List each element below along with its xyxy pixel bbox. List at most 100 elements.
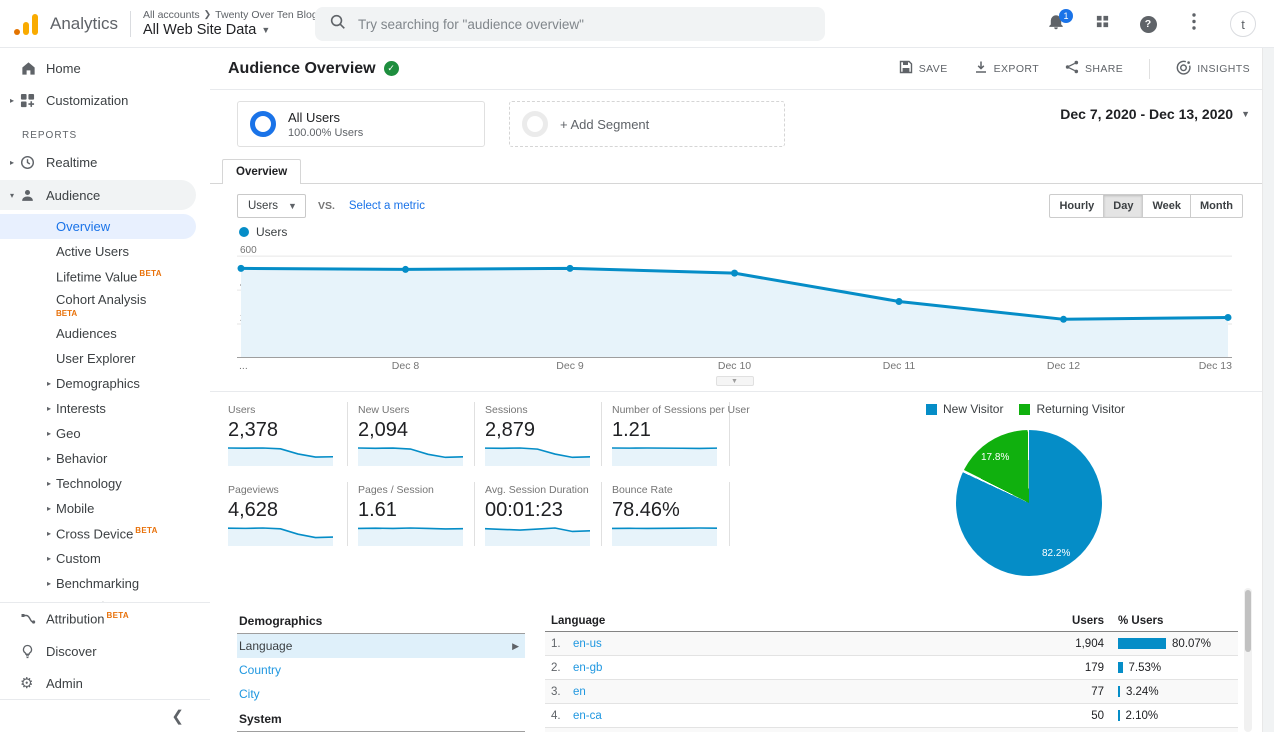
granularity-day[interactable]: Day [1103, 194, 1144, 218]
property-selector[interactable]: All Web Site Data ▼ [143, 22, 318, 39]
sidebar-item-custom[interactable]: ▸ Custom [0, 546, 210, 571]
scorecard-pages-session: Pages / Session 1.61 [348, 482, 475, 546]
sidebar-item-lifetime-value[interactable]: Lifetime Value BETA [0, 264, 210, 289]
analytics-logo-icon [14, 13, 40, 35]
apps-grid-button[interactable] [1092, 14, 1112, 34]
help-button[interactable]: ? [1138, 14, 1158, 34]
sidebar-item-demographics[interactable]: ▸ Demographics [0, 371, 210, 396]
search-bar[interactable] [315, 7, 825, 41]
breadcrumb-account[interactable]: Twenty Over Ten Blog [215, 9, 318, 21]
table-row-en-us: 1. en-us 1,904 80.07% [545, 632, 1238, 656]
sidebar-item-user-explorer[interactable]: User Explorer [0, 346, 210, 371]
notifications-button[interactable]: 1 [1046, 9, 1073, 34]
sidebar-item-label: Technology [56, 476, 122, 491]
column-header-language[interactable]: Language [545, 615, 1012, 627]
table-cell-users: 77 [1091, 685, 1104, 698]
select-metric-link[interactable]: Select a metric [349, 200, 425, 212]
export-button[interactable]: EXPORT [974, 60, 1039, 77]
save-button[interactable]: SAVE [899, 60, 948, 77]
language-link[interactable]: en-ca [573, 710, 602, 722]
customization-icon [20, 93, 38, 108]
sidebar-item-customization[interactable]: ▸ Customization [0, 84, 210, 116]
language-link[interactable]: en-us [573, 638, 602, 650]
column-header-pct-users[interactable]: % Users [1112, 615, 1238, 627]
divider [1149, 58, 1151, 79]
beta-badge: BETA [106, 611, 129, 621]
sidebar-collapse[interactable]: ❮ [0, 699, 210, 732]
sidebar-item-cohort-analysis[interactable]: Cohort Analysis BETA [0, 289, 210, 321]
sidebar-item-mobile[interactable]: ▸ Mobile [0, 496, 210, 521]
chart-legend: Users [210, 222, 1274, 242]
tab-overview[interactable]: Overview [222, 159, 302, 184]
home-icon [20, 60, 38, 77]
scorecard-value: 00:01:23 [485, 499, 563, 521]
dimension-link-country[interactable]: Country [237, 658, 525, 682]
x-axis-labels: ... Dec 8 Dec 9 Dec 10 Dec 11 Dec 12 Dec 13 [237, 358, 1232, 373]
dimension-link-language[interactable]: Language ▶ [237, 634, 525, 658]
more-options-button[interactable] [1184, 13, 1204, 34]
tables-area: Demographics Language ▶ Country City System… [237, 610, 1238, 732]
account-breadcrumb: All accounts ❯ Twenty Over Ten Blog All … [143, 9, 318, 39]
sidebar-item-overview[interactable]: Overview [0, 214, 196, 239]
analytics-logo[interactable]: Analytics [0, 13, 128, 35]
sidebar-item-audience[interactable]: ▾ Audience [0, 180, 196, 210]
pct-value: 2.10% [1125, 709, 1159, 722]
scorecard-sparkline [485, 446, 595, 466]
sidebar-item-discover[interactable]: Discover [0, 635, 210, 667]
scorecard-sparkline [485, 526, 595, 546]
table-scrollbar[interactable] [1244, 588, 1252, 732]
granularity-hourly[interactable]: Hourly [1049, 194, 1105, 218]
sidebar-item-behavior[interactable]: ▸ Behavior [0, 446, 210, 471]
line-chart-canvas: 200400600 [237, 246, 1232, 358]
language-link[interactable]: en-gb [573, 662, 602, 674]
save-label: SAVE [918, 62, 948, 75]
segment-all-users[interactable]: All Users 100.00% Users [237, 101, 485, 147]
dimension-link-city[interactable]: City [237, 682, 525, 706]
granularity-month[interactable]: Month [1190, 194, 1243, 218]
column-header-users[interactable]: Users [1012, 615, 1112, 627]
sidebar-item-home[interactable]: Home [0, 52, 210, 84]
sidebar-item-admin[interactable]: ⚙ Admin [0, 667, 210, 699]
sidebar-item-realtime[interactable]: ▸ Realtime [0, 146, 210, 178]
sidebar-item-audiences[interactable]: Audiences [0, 321, 210, 346]
sidebar-item-attribution[interactable]: Attribution BETA [0, 603, 210, 635]
chevron-right-icon: ▸ [46, 504, 51, 513]
attribution-icon [20, 611, 38, 627]
user-avatar[interactable]: t [1230, 11, 1256, 37]
table-row-en: 3. en 77 3.24% [545, 680, 1238, 704]
insights-button[interactable]: INSIGHTS [1176, 60, 1250, 78]
metric-dropdown[interactable]: Users ▼ [237, 194, 306, 218]
svg-text:600: 600 [240, 246, 257, 256]
granularity-week[interactable]: Week [1142, 194, 1192, 218]
report-actions: SAVE EXPORT SHARE INSIGHTS [899, 58, 1250, 79]
sidebar-item-label: User Explorer [56, 351, 136, 366]
legend-item-returning-visitor: Returning Visitor [1019, 402, 1125, 416]
date-range-picker[interactable]: Dec 7, 2020 - Dec 13, 2020 ▼ [1060, 106, 1250, 122]
scorecard-value: 78.46% [612, 499, 680, 521]
add-segment-button[interactable]: + Add Segment [509, 101, 785, 147]
sidebar-item-benchmarking[interactable]: ▸ Benchmarking [0, 571, 210, 596]
sidebar-item-technology[interactable]: ▸ Technology [0, 471, 210, 496]
sidebar-item-interests[interactable]: ▸ Interests [0, 396, 210, 421]
share-button[interactable]: SHARE [1065, 60, 1123, 77]
scorecard-sessions: Sessions 2,879 [475, 402, 602, 466]
legend-label: Returning Visitor [1036, 402, 1125, 416]
pct-bar [1118, 662, 1123, 673]
row-rank: 1. [551, 637, 561, 650]
scorecard-label: Bounce Rate [612, 484, 673, 496]
sidebar-item-label: Active Users [56, 244, 129, 259]
scrollbar-thumb[interactable] [1245, 590, 1251, 652]
segment-row: All Users 100.00% Users + Add Segment De… [210, 90, 1274, 158]
sidebar-item-active-users[interactable]: Active Users [0, 239, 210, 264]
sidebar-item-cross-device[interactable]: ▸ Cross Device BETA [0, 521, 210, 546]
breadcrumb-all-accounts[interactable]: All accounts [143, 9, 200, 21]
scorecard-value: 2,879 [485, 419, 536, 441]
x-tick-label: Dec 9 [556, 360, 584, 372]
granularity-toggle: Hourly Day Week Month [1049, 194, 1243, 218]
metrics-area: Users 2,378 New Users 2,094 Sessions 2,879 Num… [210, 402, 1274, 590]
table-cell-users: 1,904 [1075, 637, 1104, 650]
chart-expander-button[interactable]: ▼ [715, 376, 754, 386]
sidebar-item-geo[interactable]: ▸ Geo [0, 421, 210, 446]
search-input[interactable] [358, 16, 778, 32]
language-link[interactable]: en [573, 686, 586, 698]
